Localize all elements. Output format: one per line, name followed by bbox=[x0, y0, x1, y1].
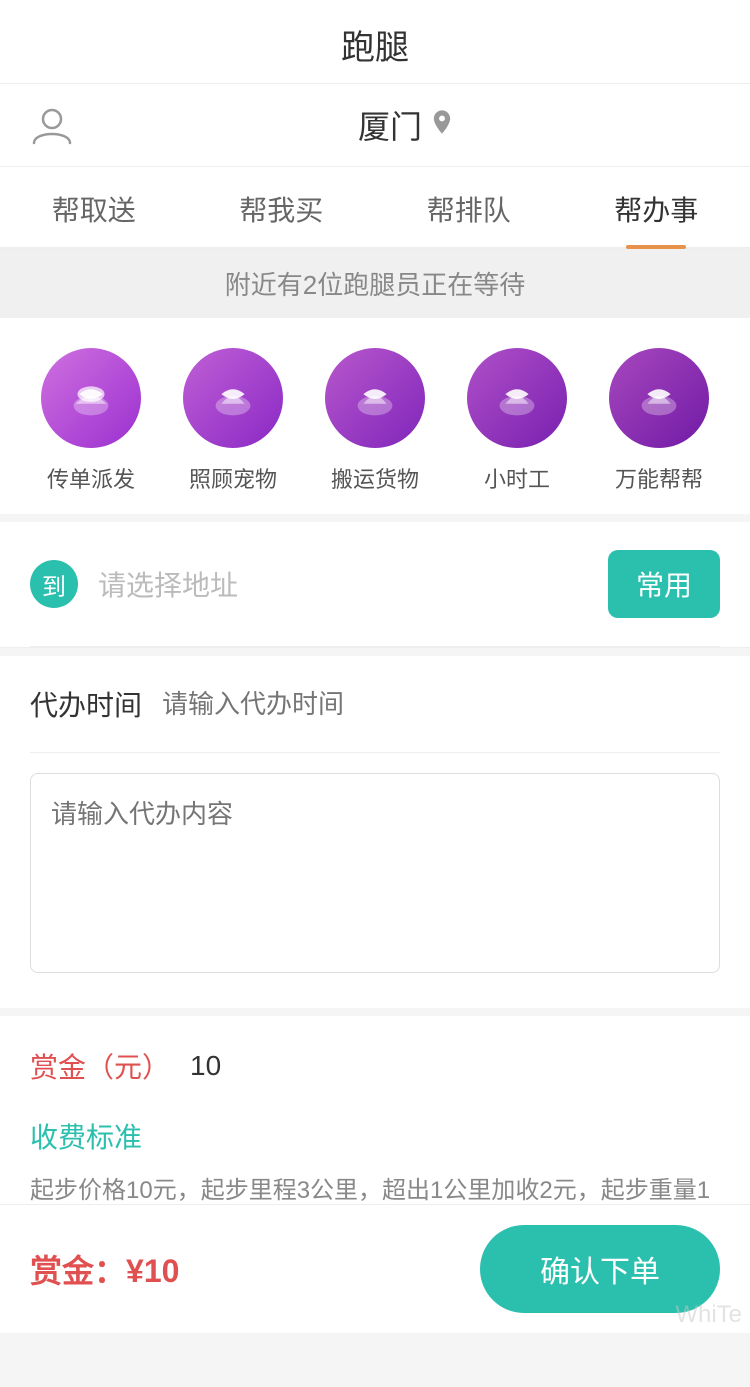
bottom-reward-display: 赏金：¥10 bbox=[30, 1246, 179, 1292]
reward-value: 10 bbox=[190, 1050, 221, 1082]
service-icon-circle-2 bbox=[183, 348, 283, 448]
form-content-wrap bbox=[30, 753, 720, 1008]
service-icon-circle-3 bbox=[325, 348, 425, 448]
address-badge: 到 bbox=[30, 560, 78, 608]
service-icon-circle-1 bbox=[41, 348, 141, 448]
form-section: 代办时间 bbox=[0, 656, 750, 1016]
location-text: 厦门 bbox=[358, 102, 422, 148]
notice-text: 附近有2位跑腿员正在等待 bbox=[225, 270, 525, 300]
confirm-order-button[interactable]: 确认下单 bbox=[480, 1225, 720, 1313]
tab-bangwomai[interactable]: 帮我买 bbox=[188, 167, 376, 247]
form-time-label: 代办时间 bbox=[30, 684, 142, 724]
bottom-reward-label: 赏金： bbox=[30, 1253, 126, 1289]
address-section: 到 请选择地址 常用 bbox=[0, 522, 750, 648]
form-time-row: 代办时间 bbox=[30, 656, 720, 753]
service-item-chuandanpaifa[interactable]: 传单派发 bbox=[41, 348, 141, 494]
service-item-zhaoguanchongwu[interactable]: 照顾宠物 bbox=[183, 348, 283, 494]
location-pin-icon bbox=[428, 107, 456, 144]
page-title: 跑腿 bbox=[341, 29, 409, 67]
header: 跑腿 bbox=[0, 0, 750, 84]
form-time-input[interactable] bbox=[162, 689, 720, 720]
service-item-wannengbangbang[interactable]: 万能帮帮 bbox=[609, 348, 709, 494]
bottom-bar: 赏金：¥10 确认下单 bbox=[0, 1204, 750, 1333]
bottom-reward-amount: ¥10 bbox=[126, 1253, 179, 1289]
reward-label: 赏金（元） bbox=[30, 1046, 170, 1086]
service-item-xiaoshigong[interactable]: 小时工 bbox=[467, 348, 567, 494]
user-icon[interactable] bbox=[30, 103, 74, 147]
service-label-2: 照顾宠物 bbox=[189, 462, 277, 494]
tab-bangpaidui[interactable]: 帮排队 bbox=[375, 167, 563, 247]
reward-row: 赏金（元） 10 bbox=[30, 1046, 720, 1086]
form-content-textarea[interactable] bbox=[30, 773, 720, 973]
tab-bangbangshi[interactable]: 帮办事 bbox=[563, 167, 750, 247]
address-placeholder: 请选择地址 bbox=[98, 564, 608, 604]
tab-bar: 帮取送 帮我买 帮排队 帮办事 bbox=[0, 167, 750, 249]
service-label-3: 搬运货物 bbox=[331, 462, 419, 494]
address-row[interactable]: 到 请选择地址 常用 bbox=[30, 522, 720, 647]
service-item-banyunhuowu[interactable]: 搬运货物 bbox=[325, 348, 425, 494]
service-label-5: 万能帮帮 bbox=[615, 462, 703, 494]
tab-bangqusong[interactable]: 帮取送 bbox=[0, 167, 188, 247]
service-label-1: 传单派发 bbox=[47, 462, 135, 494]
notice-bar: 附近有2位跑腿员正在等待 bbox=[0, 249, 750, 318]
service-icon-circle-4 bbox=[467, 348, 567, 448]
fee-title: 收费标准 bbox=[30, 1116, 720, 1156]
user-bar: 厦门 bbox=[0, 84, 750, 167]
service-icon-circle-5 bbox=[609, 348, 709, 448]
service-section: 传单派发 照顾宠物 搬运货物 小时 bbox=[0, 318, 750, 522]
common-address-button[interactable]: 常用 bbox=[608, 550, 720, 618]
location-area[interactable]: 厦门 bbox=[358, 102, 456, 148]
service-label-4: 小时工 bbox=[484, 462, 550, 494]
